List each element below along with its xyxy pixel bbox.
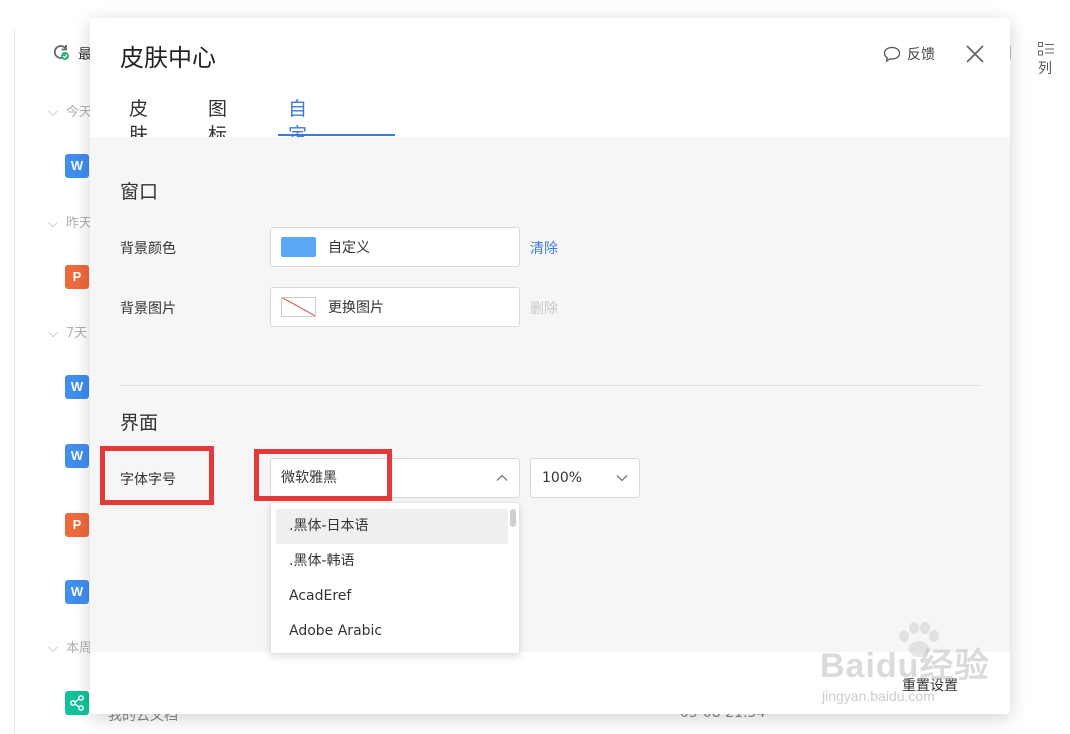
reset-settings-button[interactable]: 重置设置 [902,675,958,695]
no-image-icon [281,297,316,317]
list-icon [1038,42,1054,56]
font-family-select[interactable]: 微软雅黑 [270,458,520,498]
dropdown-scrollbar[interactable] [510,509,516,527]
list-view-button[interactable]: 列 [1038,42,1070,78]
font-option[interactable]: Adobe Arabic [276,614,508,649]
background-color-picker[interactable]: 自定义 [270,227,520,267]
word-file-icon[interactable]: W [65,154,89,178]
chevron-down-icon: ⌵ [48,216,58,231]
font-dropdown-list: .黑体-日本语 .黑体-韩语 AcadEref Adobe Arabic [270,502,520,654]
background-color-label: 背景颜色 [120,241,176,257]
dialog-title: 皮肤中心 [120,44,216,72]
font-size-select[interactable]: 100% [530,458,640,498]
share-icon [70,695,84,711]
section-divider [120,385,982,386]
font-option[interactable]: AcadEref [276,579,508,614]
font-option[interactable]: .黑体-韩语 [276,544,508,579]
group-header-7days[interactable]: ⌵ 7天 [48,322,87,341]
color-swatch [281,237,316,257]
close-icon[interactable] [963,42,987,66]
skin-center-dialog: 皮肤中心 反馈 皮肤 图标 自定义外观 窗口 背景颜色 自定义 清除 背景图片 … [90,18,1010,714]
font-size-label: 字体字号 [120,472,176,488]
ppt-file-icon[interactable]: P [65,265,89,289]
background-image-label: 背景图片 [120,301,176,317]
clear-color-link[interactable]: 清除 [530,238,558,258]
tab-custom-appearance[interactable]: 自定义外观 [288,96,307,224]
word-file-icon[interactable]: W [65,375,89,399]
tab-skins[interactable]: 皮肤 [129,96,148,146]
word-file-icon[interactable]: W [65,580,89,604]
background-image-picker[interactable]: 更换图片 [270,287,520,327]
group-header-this-week[interactable]: ⌵ 本周 [48,637,92,656]
chevron-down-icon [616,475,628,482]
tab-icons[interactable]: 图标 [208,96,227,146]
delete-image-link: 删除 [530,301,558,317]
chevron-down-icon: ⌵ [48,641,58,656]
feedback-button[interactable]: 反馈 [883,44,935,64]
bg-border [14,30,15,734]
group-header-today[interactable]: ⌵ 今天 [48,101,92,120]
ppt-file-icon[interactable]: P [65,513,89,537]
share-file-icon[interactable] [65,691,89,715]
chat-bubble-icon [883,46,901,62]
group-header-yesterday[interactable]: ⌵ 昨天 [48,212,92,231]
chevron-down-icon: ⌵ [48,105,58,120]
font-option[interactable]: .黑体-日本语 [276,509,508,544]
active-tab-indicator [278,134,395,136]
section-title-interface: 界面 [120,412,159,434]
settings-content: 窗口 背景颜色 自定义 清除 背景图片 更换图片 删除 界面 字体字号 微软雅黑… [90,137,1010,654]
chevron-down-icon: ⌵ [48,326,58,341]
chevron-up-icon [496,474,508,481]
section-title-window: 窗口 [120,181,159,203]
refresh-icon[interactable] [52,43,70,61]
word-file-icon[interactable]: W [65,444,89,468]
